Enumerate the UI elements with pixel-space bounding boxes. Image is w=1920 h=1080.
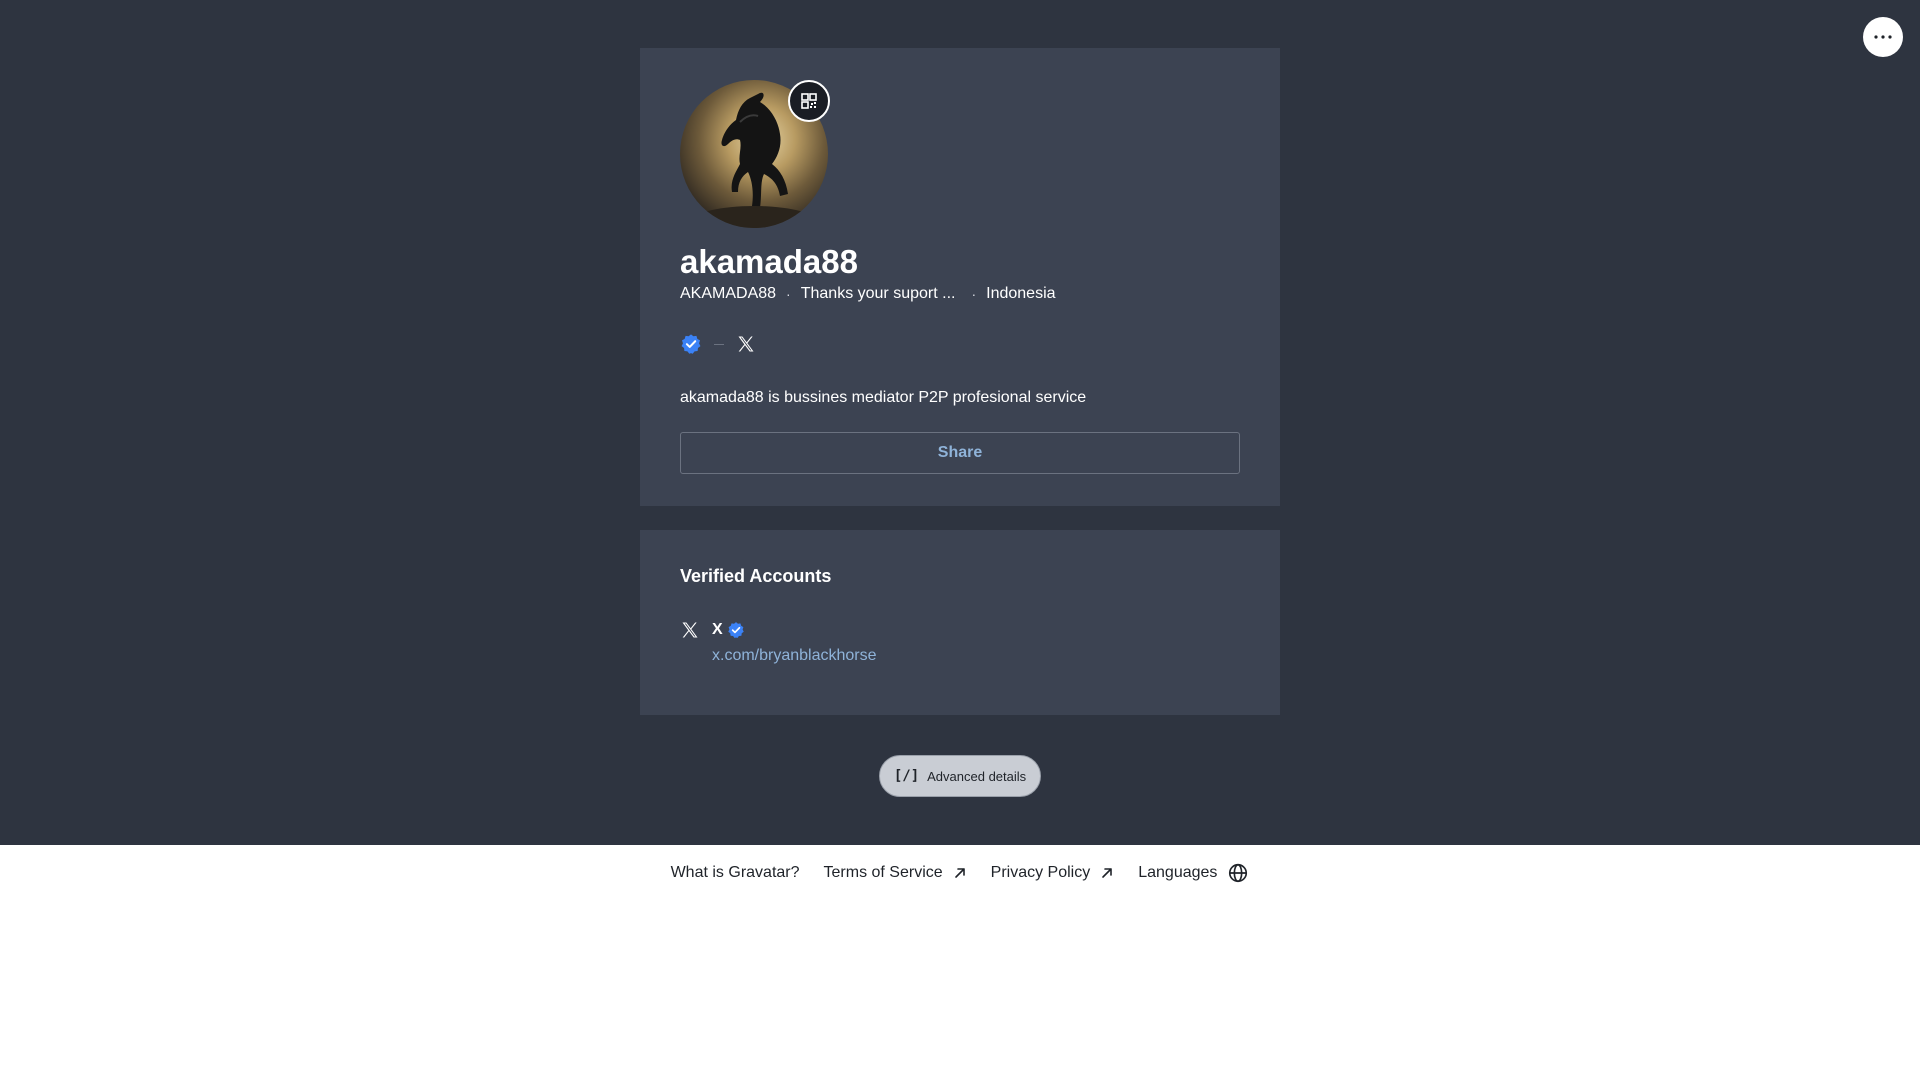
verified-badge-icon <box>727 622 744 638</box>
profile-meta: AKAMADA88 · Thanks your suport ... · Ind… <box>680 282 1056 306</box>
username: AKAMADA88 <box>680 285 777 302</box>
advanced-details-label: Advanced details <box>927 768 1027 784</box>
x-logo-icon[interactable] <box>736 334 756 354</box>
verified-account-item: X <box>680 618 745 642</box>
badge-separator <box>714 343 724 345</box>
tagline: Thanks your suport ... <box>800 285 956 302</box>
footer-link-what-is-gravatar[interactable]: What is Gravatar? <box>671 864 800 882</box>
globe-icon <box>1229 863 1248 882</box>
meta-separator: · <box>786 286 791 302</box>
x-logo-icon <box>682 622 698 638</box>
footer-link-languages[interactable]: Languages <box>1138 862 1249 884</box>
external-link-icon <box>954 867 965 878</box>
footer-link-terms[interactable]: Terms of Service <box>824 864 967 882</box>
verified-accounts-title: Verified Accounts <box>680 566 832 586</box>
footer-link-privacy[interactable]: Privacy Policy <box>991 864 1115 882</box>
profile-card: akamada88 AKAMADA88 · Thanks your suport… <box>640 48 1280 506</box>
footer: What is Gravatar? Terms of Service Priva… <box>0 845 1920 900</box>
advanced-details-button[interactable]: [/] Advanced details <box>879 755 1041 797</box>
footer-link-label: Privacy Policy <box>990 863 1091 881</box>
profile-bio: akamada88 is bussines mediator P2P profe… <box>680 389 1087 406</box>
share-button[interactable]: Share <box>680 432 1240 474</box>
qr-code-button[interactable] <box>788 80 830 122</box>
external-link-icon <box>1102 867 1113 878</box>
display-name: akamada88 <box>680 243 858 280</box>
page-header-area: akamada88 AKAMADA88 · Thanks your suport… <box>0 0 1920 845</box>
footer-link-label: Terms of Service <box>823 863 943 881</box>
verified-accounts-card: Verified Accounts X x.com/bryanblackhors… <box>640 530 1280 715</box>
more-menu-button[interactable] <box>1863 17 1903 57</box>
account-service-name: X <box>712 621 723 638</box>
footer-link-label: What is Gravatar? <box>670 863 800 881</box>
verified-badge-icon <box>681 334 701 354</box>
meta-separator: · <box>971 286 977 302</box>
location: Indonesia <box>986 285 1056 302</box>
profile-badges <box>680 332 756 356</box>
footer-link-label: Languages <box>1138 863 1218 881</box>
account-url-link[interactable]: x.com/bryanblackhorse <box>712 644 877 668</box>
code-icon: [/] <box>893 768 920 784</box>
avatar-container <box>680 80 830 228</box>
more-horizontal-icon <box>1874 35 1892 39</box>
qr-code-icon <box>801 93 817 109</box>
